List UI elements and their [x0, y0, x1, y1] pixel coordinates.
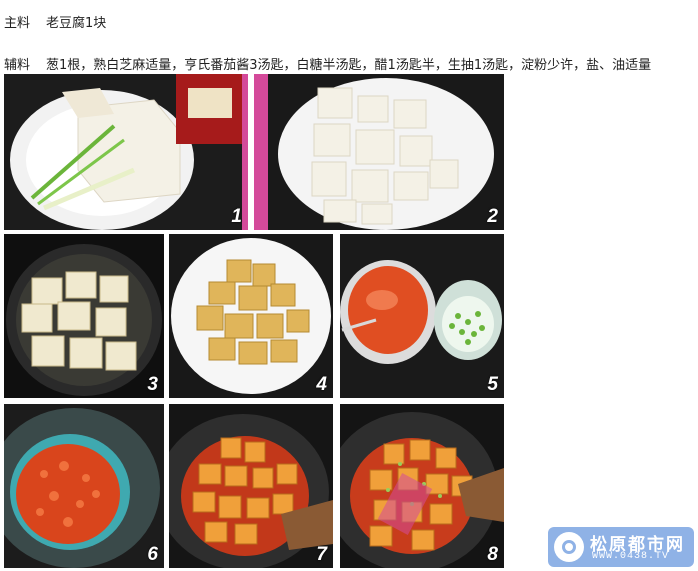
step-2-photo: 2 — [254, 74, 504, 230]
auxiliary-ingredient-line: 辅料 葱1根，熟白芝麻适量，亨氏番茄酱3汤匙，白糖半汤匙，醋1汤匙半，生抽1汤匙，… — [4, 54, 651, 73]
auxiliary-ingredient-label: 辅料 — [4, 58, 31, 73]
step-4-photo: 4 — [169, 234, 333, 398]
step-6-photo: 6 — [4, 404, 164, 568]
frying-tofu-pan-photo — [4, 234, 164, 398]
step-number-8: 8 — [487, 544, 498, 565]
step-1-photo: 1 — [4, 74, 248, 230]
step-7-photo: 7 — [169, 404, 333, 568]
step-number-4: 4 — [316, 374, 327, 395]
step-number-6: 6 — [147, 544, 158, 565]
auxiliary-ingredient-text: 葱1根，熟白芝麻适量，亨氏番茄酱3汤匙，白糖半汤匙，醋1汤匙半，生抽1汤匙，淀粉… — [46, 58, 652, 73]
step-number-7: 7 — [316, 544, 327, 565]
main-ingredient-line: 主料 老豆腐1块 — [4, 12, 106, 31]
site-watermark: 松原都市网 WWW.0438.TV — [548, 527, 694, 567]
tofu-cubes-plate-photo — [254, 74, 504, 230]
step-number-5: 5 — [487, 374, 498, 395]
finished-dish-wok-photo — [340, 404, 504, 568]
fried-tofu-plate-photo — [169, 234, 333, 398]
step-number-1: 1 — [231, 206, 242, 227]
simmering-sauce-wok-photo — [4, 404, 164, 568]
main-ingredient-text: 老豆腐1块 — [46, 16, 107, 31]
step-3-photo: 3 — [4, 234, 164, 398]
site-logo-icon — [554, 532, 584, 562]
step-8-photo: 8 — [340, 404, 504, 568]
tofu-in-sauce-wok-photo — [169, 404, 333, 568]
tomato-sauce-and-scallion-photo — [340, 234, 504, 398]
main-ingredient-label: 主料 — [4, 16, 31, 31]
step-number-2: 2 — [487, 206, 498, 227]
tofu-block-and-scallion-photo — [4, 74, 248, 230]
step-number-3: 3 — [147, 374, 158, 395]
watermark-site-url: WWW.0438.TV — [592, 551, 670, 562]
step-5-photo: 5 — [340, 234, 504, 398]
